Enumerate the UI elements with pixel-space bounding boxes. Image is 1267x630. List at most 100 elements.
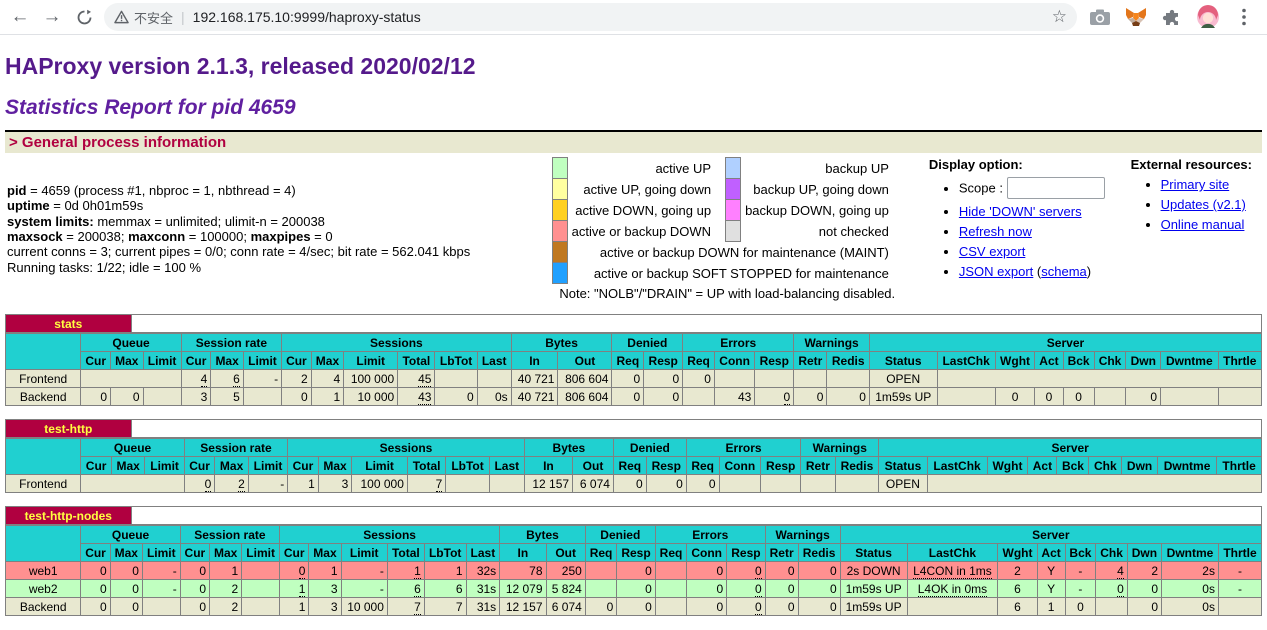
column-header-row: CurMaxLimitCurMaxLimitCurMaxLimitTotalLb…: [6, 457, 1262, 475]
col-header-limit: Limit: [142, 544, 180, 562]
reload-button[interactable]: [70, 3, 98, 31]
stat-cell: 6: [424, 580, 466, 598]
col-group-denied: Denied: [613, 439, 686, 457]
stat-cell: 0: [1063, 388, 1094, 406]
col-group-bytes: Bytes: [524, 439, 613, 457]
stat-cell: 1: [288, 475, 319, 493]
proxy-title-spacer: [131, 420, 1261, 438]
stat-cell: 0: [180, 598, 209, 616]
col-group-server: Server: [869, 334, 1261, 352]
stat-cell: 0: [81, 598, 110, 616]
proxy-title-link[interactable]: test-http-nodes: [25, 509, 112, 523]
row-label: Frontend: [6, 475, 81, 493]
updates-v2-1-link[interactable]: Updates (v2.1): [1161, 197, 1246, 212]
stat-cell: [927, 475, 1261, 493]
stat-cell: 40 721: [511, 370, 558, 388]
stat-cell: [435, 370, 477, 388]
scope-item: Scope :: [959, 177, 1105, 199]
stat-cell: 100 000: [344, 370, 398, 388]
col-header-last: Last: [477, 352, 511, 370]
stat-cell: 5: [211, 388, 244, 406]
col-header-conn: Conn: [687, 544, 727, 562]
col-header-cur: Cur: [81, 457, 112, 475]
address-bar[interactable]: 不安全 | 192.168.175.10:9999/haproxy-status…: [104, 3, 1077, 31]
stat-cell: 0: [727, 580, 766, 598]
col-header-wght: Wght: [998, 544, 1037, 562]
chip-separator: |: [181, 9, 185, 25]
col-header-cur: Cur: [181, 352, 211, 370]
extensions-icon[interactable]: [1159, 4, 1185, 30]
page-title[interactable]: HAProxy version 2.1.3, released 2020/02/…: [5, 53, 1262, 80]
proxy-title-link[interactable]: stats: [54, 317, 82, 331]
forward-button[interactable]: →: [38, 3, 66, 31]
stat-cell: 31s: [466, 598, 500, 616]
process-info-line: Running tasks: 1/22; idle = 100 %: [7, 260, 552, 275]
stat-cell: 0: [585, 598, 616, 616]
col-group-denied: Denied: [585, 526, 655, 544]
stat-cell: [719, 475, 761, 493]
proxy-section-test-http-nodes: test-http-nodes QueueSession rateSession…: [5, 506, 1262, 616]
col-header-req: Req: [613, 457, 646, 475]
refresh-now-link[interactable]: Refresh now: [959, 224, 1032, 239]
col-group-server: Server: [840, 526, 1261, 544]
stat-cell: 4: [1096, 562, 1127, 580]
legend-label: active UP: [567, 158, 725, 179]
stat-cell: 0: [1127, 580, 1161, 598]
stat-cell: 0: [180, 562, 209, 580]
external-resource-item: Updates (v2.1): [1161, 197, 1252, 212]
csv-export-link[interactable]: CSV export: [959, 244, 1025, 259]
stat-cell: 1: [424, 562, 466, 580]
online-manual-link[interactable]: Online manual: [1161, 217, 1245, 232]
proxy-title-link[interactable]: test-http: [44, 422, 92, 436]
stat-cell: [1094, 388, 1126, 406]
col-header-max: Max: [210, 544, 242, 562]
stat-cell: 0: [765, 562, 798, 580]
legend-label: active DOWN, going up: [567, 200, 725, 221]
proxy-rows: web100-0101-1132s78250000002s DOWNL4CON …: [6, 562, 1262, 616]
col-group-denied: Denied: [612, 334, 683, 352]
col-header-lastchk: LastChk: [927, 457, 987, 475]
col-header-dwntme: Dwntme: [1161, 352, 1219, 370]
process-info-line: current conns = 3; current pipes = 0/0; …: [7, 244, 552, 259]
col-header-max: Max: [311, 352, 344, 370]
col-header-resp: Resp: [644, 352, 683, 370]
stat-cell: 2s: [1162, 562, 1219, 580]
stat-cell: 0: [617, 562, 656, 580]
menu-button[interactable]: [1231, 4, 1257, 30]
scope-input[interactable]: [1007, 177, 1105, 199]
col-header-lastchk: LastChk: [907, 544, 998, 562]
stat-cell: [489, 475, 524, 493]
row-label: Backend: [6, 388, 81, 406]
stat-cell: 1: [311, 388, 344, 406]
col-header-resp: Resp: [646, 457, 686, 475]
stat-cell: 0: [81, 562, 110, 580]
back-button[interactable]: ←: [6, 3, 34, 31]
stat-cell: 0: [1065, 598, 1096, 616]
proxy-section-test-http: test-http QueueSession rateSessionsBytes…: [5, 419, 1262, 493]
col-group-sessions: Sessions: [282, 334, 512, 352]
col-group-errors: Errors: [686, 439, 800, 457]
schema-link[interactable]: schema: [1041, 264, 1087, 279]
stat-cell: 0: [644, 370, 683, 388]
camera-extension-icon[interactable]: [1087, 4, 1113, 30]
display-options: Display option: Scope : Hide 'DOWN' serv…: [929, 157, 1105, 279]
legend-label: active or backup DOWN for maintenance (M…: [567, 242, 903, 263]
col-header-dwn: Dwn: [1127, 544, 1161, 562]
stat-cell: 31s: [466, 580, 500, 598]
external-resource-item: Online manual: [1161, 217, 1252, 232]
col-header-resp: Resp: [761, 457, 801, 475]
primary-site-link[interactable]: Primary site: [1161, 177, 1230, 192]
bookmark-star-icon[interactable]: ☆: [1052, 7, 1067, 27]
stat-cell: 40 721: [511, 388, 558, 406]
col-header-max: Max: [318, 457, 352, 475]
hide-down-servers-link[interactable]: Hide 'DOWN' servers: [959, 204, 1082, 219]
legend: active UP backup UP active UP, going dow…: [552, 157, 903, 301]
stat-cell: 1: [1037, 598, 1065, 616]
json-export-link[interactable]: JSON export: [959, 264, 1033, 279]
site-security-chip[interactable]: 不安全: [114, 8, 173, 27]
metamask-icon[interactable]: [1123, 4, 1149, 30]
col-header-chk: Chk: [1094, 352, 1126, 370]
col-header-limit: Limit: [143, 352, 181, 370]
profile-avatar[interactable]: [1195, 4, 1221, 30]
stat-cell: 3: [309, 580, 341, 598]
